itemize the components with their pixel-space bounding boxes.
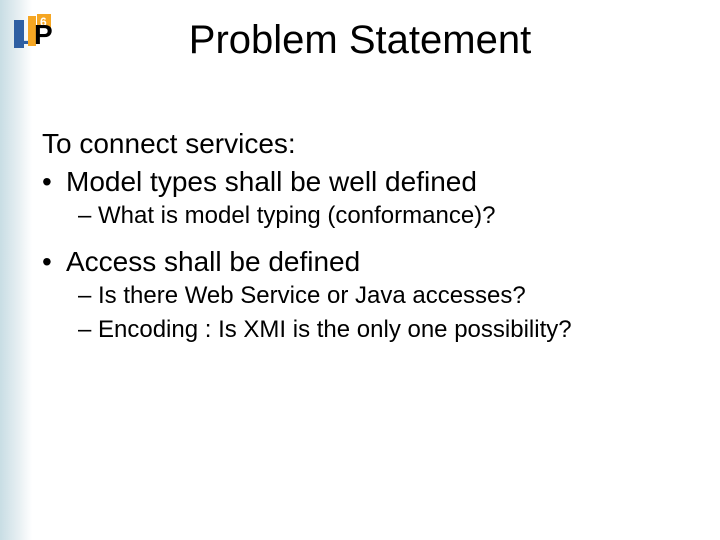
bullet-text: Encoding : Is XMI is the only one possib… — [98, 316, 572, 343]
bullet-dot-icon: • — [42, 246, 66, 278]
bullet-dot-icon: • — [42, 166, 66, 198]
bullet-level-1: •Access shall be defined — [42, 246, 682, 278]
left-gradient-bar — [0, 0, 32, 540]
bullet-text: What is model typing (conformance)? — [98, 202, 496, 229]
slide-title: Problem Statement — [0, 18, 720, 63]
bullet-dash-icon: – — [78, 202, 98, 230]
intro-line: To connect services: — [42, 128, 682, 160]
bullet-dash-icon: – — [78, 316, 98, 344]
bullet-level-2: –What is model typing (conformance)? — [78, 202, 682, 230]
content-area: To connect services: •Model types shall … — [42, 128, 682, 350]
bullet-level-2: –Encoding : Is XMI is the only one possi… — [78, 316, 682, 344]
bullet-text: Is there Web Service or Java accesses? — [98, 282, 526, 309]
bullet-level-2: –Is there Web Service or Java accesses? — [78, 282, 682, 310]
bullet-level-1: •Model types shall be well defined — [42, 166, 682, 198]
bullet-text: Access shall be defined — [66, 246, 360, 277]
bullet-text: Model types shall be well defined — [66, 166, 477, 197]
bullet-dash-icon: – — [78, 282, 98, 310]
